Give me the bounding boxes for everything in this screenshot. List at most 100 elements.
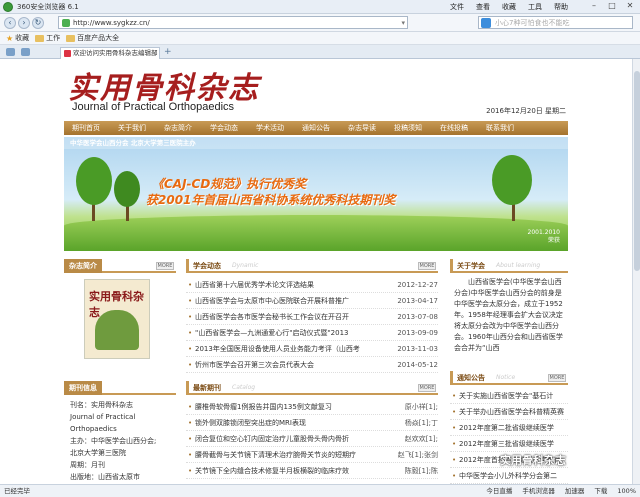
- dynamics-box-header: 学会动态 Dynamic MORE: [186, 259, 438, 273]
- browser-toolbar: ‹ › ↻ http://www.sygkzz.cn/ ▾ 小心7种可怕食也不能…: [0, 14, 640, 32]
- tab-bar-tools: [6, 48, 30, 56]
- journal-english-name: Journal of Practical Orthopaedics: [72, 101, 235, 113]
- security-shield-icon: [62, 19, 70, 27]
- download-button[interactable]: 下载: [594, 485, 607, 497]
- live-button[interactable]: 今日直播: [486, 485, 512, 497]
- list-item[interactable]: 山西省第十六届优秀学术论文评选结果2012-12-27: [186, 277, 438, 293]
- minimize-icon[interactable]: –: [588, 1, 600, 11]
- mobile-browser-button[interactable]: 手机浏览器: [522, 485, 555, 497]
- cover-plant-illustration: [95, 310, 139, 350]
- latest-more-button[interactable]: MORE: [418, 384, 436, 392]
- banner-headline-1: 《CAJ-CD规范》执行优秀奖: [152, 177, 307, 191]
- nav-intro[interactable]: 杂志简介: [164, 123, 192, 133]
- intro-box: 杂志简介 MORE 实用骨科杂志: [64, 259, 176, 379]
- menu-favorites[interactable]: 收藏: [502, 2, 516, 12]
- notice-box-title: 通知公告: [450, 371, 489, 385]
- tab-close-icon[interactable]: ×: [152, 48, 157, 59]
- address-bar[interactable]: http://www.sygkzz.cn/ ▾: [58, 16, 408, 29]
- menu-tools[interactable]: 工具: [528, 2, 542, 12]
- tree-icon: [76, 157, 112, 205]
- dynamics-more-button[interactable]: MORE: [418, 262, 436, 270]
- status-text: 已经完毕: [4, 487, 30, 495]
- nav-contact[interactable]: 联系我们: [486, 123, 514, 133]
- nav-guide[interactable]: 杂志导读: [348, 123, 376, 133]
- cloud-icon[interactable]: [6, 48, 15, 56]
- list-item[interactable]: 山西省医学会各市医学会秘书长工作会议在开召开2013-07-08: [186, 309, 438, 325]
- browser-titlebar: 360安全浏览器 6.1 文件 查看 收藏 工具 帮助 – □ ✕: [0, 0, 640, 14]
- nav-submission-guide[interactable]: 投稿须知: [394, 123, 422, 133]
- close-icon[interactable]: ✕: [624, 1, 636, 11]
- journal-cover-image[interactable]: 实用骨科杂志: [84, 279, 150, 359]
- list-item[interactable]: 忻州市医学会召开第三次会员代表大会2014-05-12: [186, 357, 438, 373]
- search-input[interactable]: 小心7种可怕食也不能吃: [478, 16, 633, 29]
- intro-box-title: 杂志简介: [64, 259, 102, 273]
- intro-box-header: 杂志简介 MORE: [64, 259, 176, 273]
- favorite-folder-work[interactable]: 工作: [35, 33, 60, 43]
- about-society-text: 山西省医学会(中华医学会山西分会)中华医学会山西分会的前身是中华医学会太原分会，…: [454, 278, 563, 352]
- scrollbar-thumb[interactable]: [634, 71, 640, 271]
- grass-field: [64, 215, 568, 251]
- tree-icon: [114, 171, 140, 207]
- about-box-subtitle: About learning: [496, 262, 541, 269]
- favorites-button[interactable]: ★ 收藏: [6, 33, 29, 43]
- notice-more-button[interactable]: MORE: [548, 374, 566, 382]
- browser-tab-active[interactable]: 欢迎访问实用骨科杂志编辑部 ×: [60, 47, 160, 59]
- info-box-header: 期刊信息: [64, 381, 176, 395]
- dynamics-box-title: 学会动态: [186, 259, 225, 273]
- intro-more-button[interactable]: MORE: [156, 262, 174, 270]
- society-dynamics-box: 学会动态 Dynamic MORE 山西省第十六届优秀学术论文评选结果2012-…: [186, 259, 438, 377]
- list-item[interactable]: 腰椎骨软骨瘤1例报告并国内135例文献复习原小祥[1];: [186, 399, 438, 415]
- nav-activities[interactable]: 学术活动: [256, 123, 284, 133]
- dynamics-box-subtitle: Dynamic: [232, 262, 259, 269]
- menu-help[interactable]: 帮助: [554, 2, 568, 12]
- list-item[interactable]: 山西省医学会与太原市中心医院联合开展科普推广2013-04-17: [186, 293, 438, 309]
- search-engine-icon[interactable]: [481, 18, 491, 28]
- tab-title: 欢迎访问实用骨科杂志编辑部: [73, 49, 158, 57]
- search-placeholder: 小心7种可怕食也不能吃: [495, 19, 570, 27]
- about-society-box: 关于学会 About learning 山西省医学会(中华医学会山西分会)中华医…: [450, 259, 568, 367]
- menu-file[interactable]: 文件: [450, 2, 464, 12]
- nav-dynamics[interactable]: 学会动态: [210, 123, 238, 133]
- favorite-link-baidu[interactable]: 百度产品大全: [66, 33, 119, 43]
- window-icon[interactable]: [21, 48, 30, 56]
- accelerator-button[interactable]: 加速器: [565, 485, 585, 497]
- nav-notices[interactable]: 通知公告: [302, 123, 330, 133]
- current-date: 2016年12月20日 星期二: [486, 107, 566, 115]
- nav-online-submission[interactable]: 在线投稿: [440, 123, 468, 133]
- list-item[interactable]: 2013年全国医用设备使用人员业务能力考评（山西考2013-11-03: [186, 341, 438, 357]
- banner-headline-2: 获2001年首届山西省科协系统优秀科技期刊奖: [146, 193, 396, 207]
- forward-icon[interactable]: ›: [18, 17, 30, 29]
- back-icon[interactable]: ‹: [4, 17, 16, 29]
- banner-sponsor-strip: 中华医学会山西分会 北京大学第三医院主办: [64, 137, 568, 149]
- refresh-icon[interactable]: ↻: [32, 17, 44, 29]
- list-item[interactable]: 关节镜下全内缝合技术修复半月板横裂的临床疗效陈毅[1];陈: [186, 463, 438, 479]
- address-text: http://www.sygkzz.cn/: [73, 19, 150, 27]
- latest-issue-box: 最新期刊 Catalog MORE 腰椎骨软骨瘤1例报告并国内135例文献复习原…: [186, 381, 438, 484]
- latest-articles-list: 腰椎骨软骨瘤1例报告并国内135例文献复习原小祥[1]; 锁外侧双膝锁闭型突出症…: [186, 399, 438, 479]
- list-item[interactable]: 闭合复位和空心钉内固定治疗儿童股骨头骨内骨折赵欢欢[1];: [186, 431, 438, 447]
- award-banner: 中华医学会山西分会 北京大学第三医院主办 《CAJ-CD规范》执行优秀奖 获20…: [64, 137, 568, 251]
- page-viewport: 实用骨科杂志 Journal of Practical Orthopaedics…: [0, 59, 640, 484]
- zoom-level[interactable]: 100%: [617, 485, 636, 497]
- nav-home[interactable]: 期刊首页: [72, 123, 100, 133]
- menu-view[interactable]: 查看: [476, 2, 490, 12]
- list-item[interactable]: 腰骨截骨与关节镜下清理术治疗腕骨关节炎的短期疗赵飞[1];张剑: [186, 447, 438, 463]
- list-item[interactable]: 关于实施山西省医学会"基石计: [450, 388, 568, 404]
- list-item[interactable]: "山西省医学会—九洲通爱心行"启动仪式暨"20132013-09-09: [186, 325, 438, 341]
- new-tab-icon[interactable]: +: [164, 47, 172, 57]
- list-item[interactable]: 2012年度第三批省级继续医学: [450, 436, 568, 452]
- browser-menu-bar: 文件 查看 收藏 工具 帮助: [450, 2, 568, 12]
- vertical-scrollbar[interactable]: [632, 59, 640, 484]
- list-item[interactable]: 中华医学会小儿外科学分会第二: [450, 468, 568, 484]
- about-box-header: 关于学会 About learning: [450, 259, 568, 273]
- maximize-icon[interactable]: □: [606, 1, 618, 11]
- list-item[interactable]: 关于举办山西省医学会科普精英赛: [450, 404, 568, 420]
- about-box-title: 关于学会: [450, 259, 489, 273]
- nav-about[interactable]: 关于我们: [118, 123, 146, 133]
- list-item[interactable]: 2012年度第二批省级继续医学: [450, 420, 568, 436]
- favicon-icon: [64, 50, 71, 57]
- address-dropdown-icon[interactable]: ▾: [401, 17, 405, 29]
- journal-info-text: 刊名：实用骨科杂志 Journal of Practical Orthopaed…: [70, 401, 157, 481]
- latest-box-title: 最新期刊: [186, 381, 225, 395]
- list-item[interactable]: 锁外侧双膝锁闭型突出症的MRI表现杨焱[1];丁: [186, 415, 438, 431]
